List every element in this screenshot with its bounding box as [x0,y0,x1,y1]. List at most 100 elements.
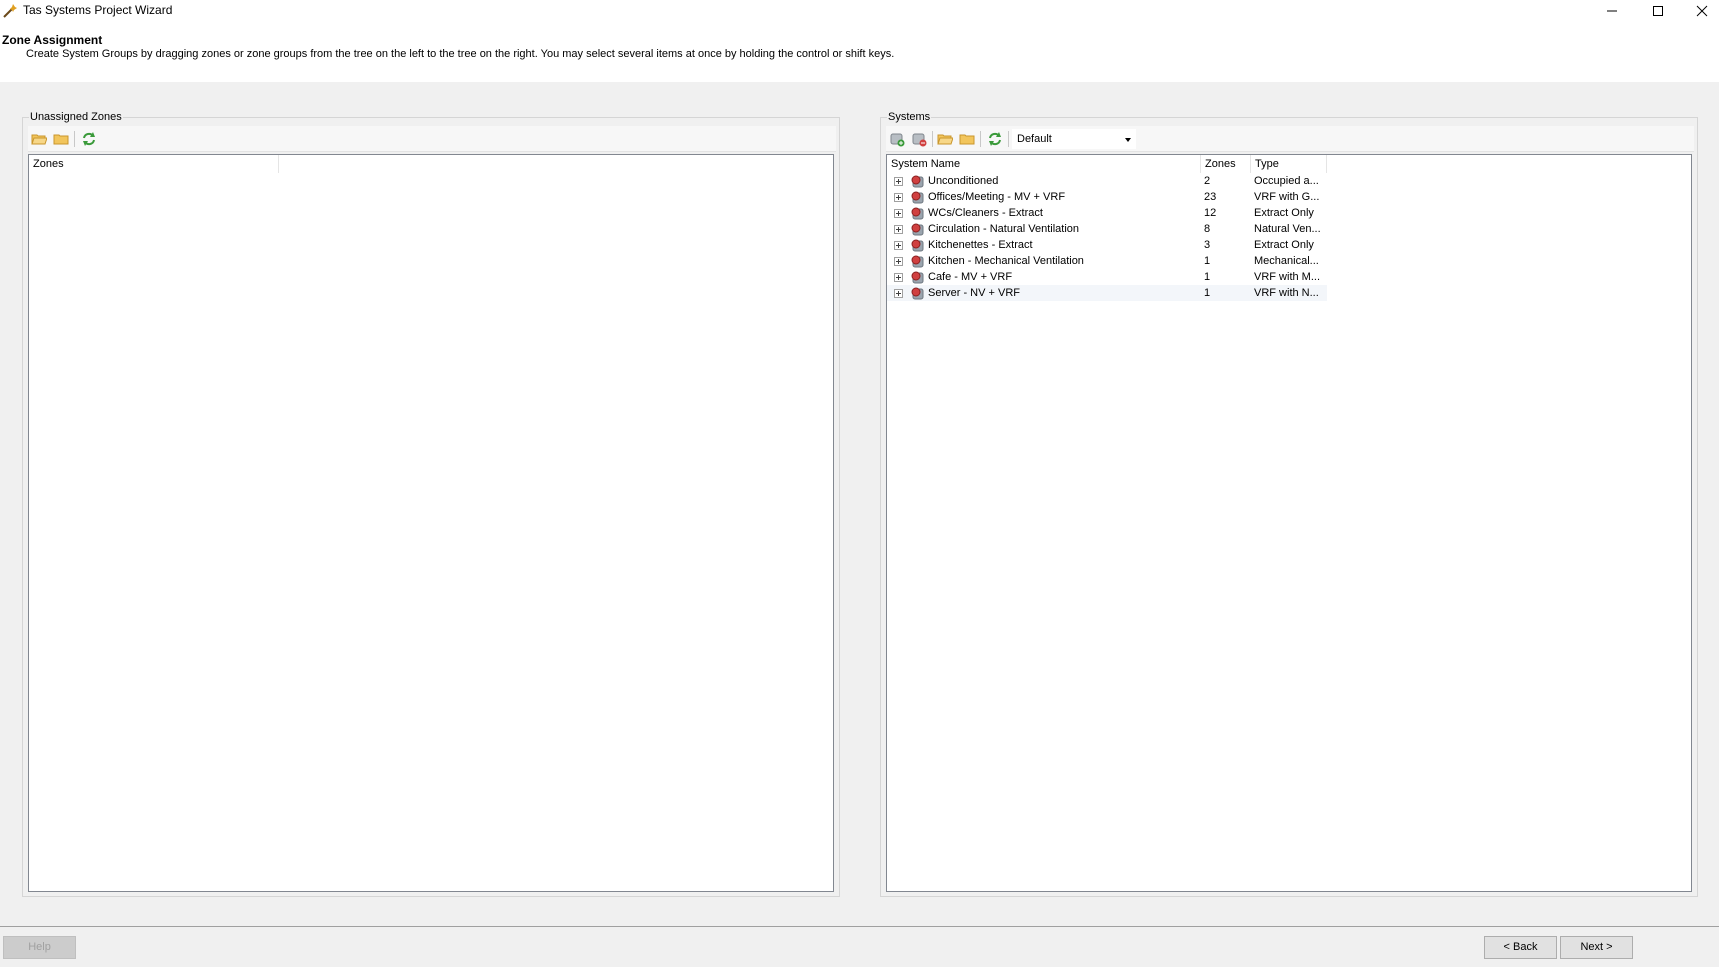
unassigned-zones-toolbar [28,126,836,152]
maximize-button[interactable] [1636,0,1680,22]
system-zones-cell: 23 [1204,191,1217,203]
system-row[interactable]: Unconditioned 2 Occupied a... [887,173,1327,189]
systems-label: Systems [887,111,932,123]
system-type-cell: VRF with G... [1254,191,1320,203]
toolbar-separator [980,131,981,147]
expand-icon[interactable] [894,289,903,298]
system-icon [911,191,924,204]
remove-system-icon [912,133,927,147]
system-type-cell: Extract Only [1254,207,1314,219]
system-zones-cell: 1 [1204,255,1211,267]
expand-icon[interactable] [894,193,903,202]
minimize-button[interactable] [1590,0,1634,22]
chevron-down-icon [1125,138,1131,142]
list-header: System Name Zones Type [887,155,1691,173]
system-row[interactable]: Offices/Meeting - MV + VRF 23 VRF with G..… [887,189,1327,205]
page-description: Create System Groups by dragging zones o… [26,48,895,60]
column-header-type[interactable]: Type [1251,155,1327,173]
system-name-cell: Unconditioned [928,175,999,187]
system-type-cell: VRF with N... [1254,287,1319,299]
folder-icon [959,134,975,145]
expand-icon[interactable] [894,241,903,250]
list-header: Zones [29,155,833,173]
back-button[interactable]: < Back [1484,936,1557,959]
system-zones-cell: 12 [1204,207,1217,219]
system-type-cell: VRF with M... [1254,271,1321,283]
system-row[interactable]: Server - NV + VRF 1 VRF with N... [887,285,1327,301]
maximize-icon [1653,6,1663,16]
combo-value: Default [1017,133,1052,145]
column-header-system-name[interactable]: System Name [887,155,1201,173]
system-row[interactable]: Circulation - Natural Ventilation 8 Natura… [887,221,1327,237]
system-type-cell: Extract Only [1254,239,1314,251]
remove-system-button[interactable] [910,131,928,147]
system-name-cell: Server - NV + VRF [928,287,1020,299]
system-row[interactable]: Kitchen - Mechanical Ventilation 1 Mechani… [887,253,1327,269]
wand-app-icon [3,4,17,18]
open-folder-button[interactable] [30,131,48,147]
minimize-icon [1607,10,1617,12]
refresh-button[interactable] [986,131,1004,147]
expand-icon[interactable] [894,257,903,266]
system-name-cell: Cafe - MV + VRF [928,271,1013,283]
folder-open-icon [937,134,953,145]
toolbar-separator [74,131,75,147]
system-name-cell: Circulation - Natural Ventilation [928,223,1080,235]
folder-icon [53,134,69,145]
expand-icon[interactable] [894,177,903,186]
systems-group: Systems Default System Name Zones Type U… [880,111,1698,897]
toolbar-separator [932,131,933,147]
folder-open-icon [31,134,47,145]
system-icon [911,207,924,220]
column-header-zones[interactable]: Zones [1201,155,1251,173]
window-title: Tas Systems Project Wizard [23,3,173,17]
folder-button[interactable] [958,131,976,147]
systems-toolbar: Default [886,126,1694,152]
column-header-zones[interactable]: Zones [29,155,279,173]
system-type-cell: Mechanical... [1254,255,1319,267]
wizard-header: Zone Assignment Create System Groups by … [0,22,1719,82]
unassigned-zones-group: Unassigned Zones Zones [22,111,840,897]
system-name-cell: WCs/Cleaners - Extract [928,207,1043,219]
system-type-cell: Occupied a... [1254,175,1319,187]
system-row[interactable]: Cafe - MV + VRF 1 VRF with M... [887,269,1327,285]
expand-icon[interactable] [894,225,903,234]
folder-button[interactable] [52,131,70,147]
system-name-cell: Kitchenettes - Extract [928,239,1033,251]
system-zones-cell: 8 [1204,223,1211,235]
system-type-cell: Natural Ven... [1254,223,1321,235]
next-button[interactable]: Next > [1560,936,1633,959]
footer-divider [0,926,1719,927]
system-row[interactable]: Kitchenettes - Extract 3 Extract Only [887,237,1327,253]
system-icon [911,175,924,188]
refresh-icon [989,132,1001,146]
refresh-button[interactable] [80,131,98,147]
system-icon [911,223,924,236]
close-button[interactable] [1680,0,1719,22]
add-system-button[interactable] [888,131,906,147]
expand-icon[interactable] [894,209,903,218]
system-icon [911,287,924,300]
unassigned-zones-list[interactable]: Zones [28,154,834,892]
toolbar-separator [1008,131,1009,147]
system-icon [911,271,924,284]
open-folder-button[interactable] [936,131,954,147]
system-row[interactable]: WCs/Cleaners - Extract 12 Extract Only [887,205,1327,221]
system-icon [911,255,924,268]
system-name-cell: Kitchen - Mechanical Ventilation [928,255,1084,267]
add-system-icon [890,133,905,147]
system-icon [911,239,924,252]
close-icon [1696,5,1708,17]
systems-tree[interactable]: System Name Zones Type Unconditioned 2 Occ… [886,154,1692,892]
system-zones-cell: 1 [1204,287,1211,299]
system-zones-cell: 3 [1204,239,1211,251]
page-title: Zone Assignment [2,33,103,47]
system-template-combo[interactable]: Default [1012,129,1136,149]
expand-icon[interactable] [894,273,903,282]
title-bar: Tas Systems Project Wizard [0,0,1719,22]
system-zones-cell: 2 [1204,175,1211,187]
refresh-icon [83,132,95,146]
help-button[interactable]: Help [3,936,76,959]
unassigned-zones-label: Unassigned Zones [29,111,123,123]
system-name-cell: Offices/Meeting - MV + VRF [928,191,1066,203]
